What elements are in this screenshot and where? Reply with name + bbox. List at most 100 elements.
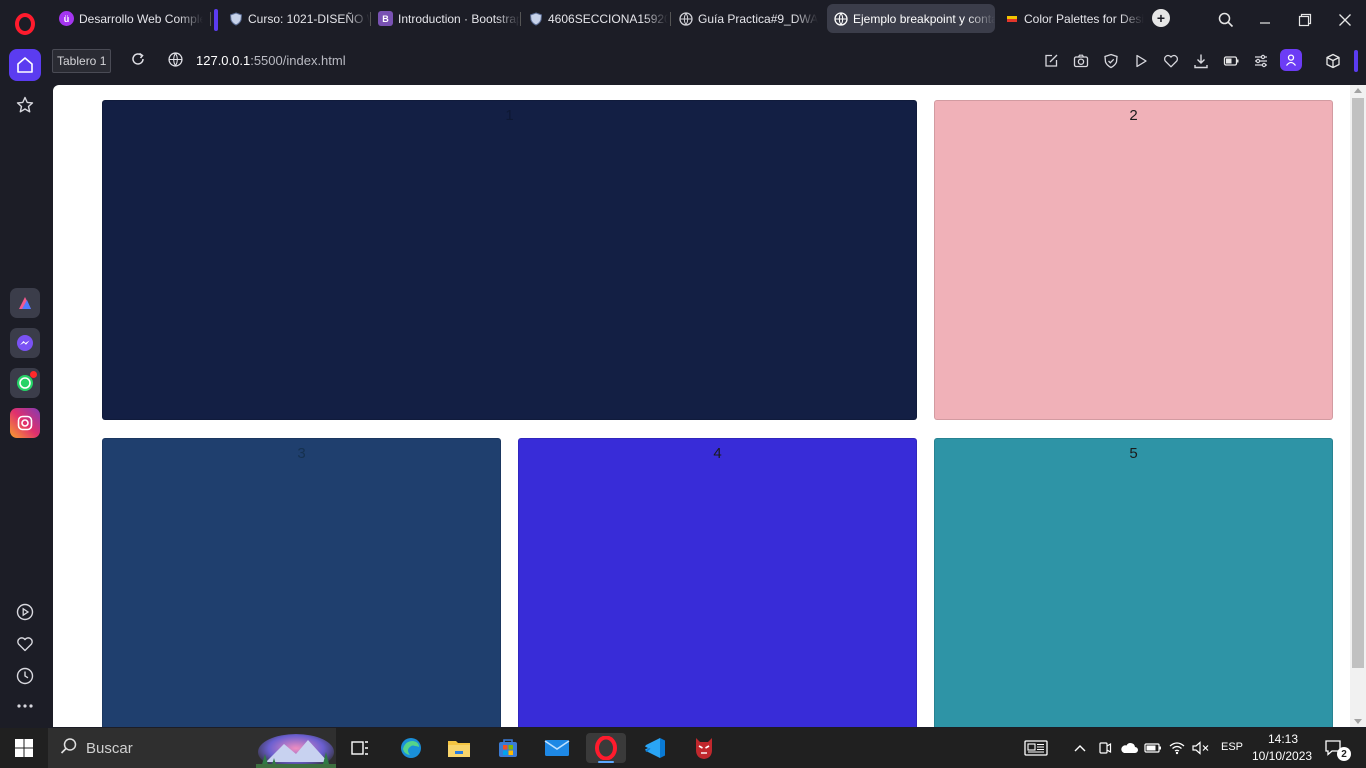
url-path: :5500/index.html	[250, 53, 346, 68]
udemy-icon: ü	[59, 11, 74, 26]
edit-share-icon[interactable]	[1042, 52, 1060, 70]
adblock-shield-icon[interactable]	[1102, 52, 1120, 70]
profile-avatar-icon[interactable]	[1280, 49, 1302, 71]
tab-title: 4606SECCIONA1592023	[548, 11, 668, 26]
download-icon[interactable]	[1192, 52, 1210, 70]
task-view-icon[interactable]	[340, 733, 380, 763]
minimize-icon[interactable]	[1255, 10, 1275, 30]
box-label: 2	[1129, 107, 1138, 124]
box-label: 4	[713, 445, 722, 462]
opera-taskbar-icon[interactable]	[586, 733, 626, 763]
grid-box-1: 1	[102, 100, 917, 420]
tab-title: Guía Practica#9_DWA	[698, 11, 819, 26]
tab-bootstrap[interactable]: B Introduction · Bootstrap	[372, 4, 520, 33]
history-icon[interactable]	[9, 660, 41, 692]
play-icon[interactable]	[1132, 52, 1150, 70]
notifications-icon[interactable]: 2	[1316, 733, 1352, 763]
box-label: 3	[297, 445, 306, 462]
grid-box-3: 3	[102, 438, 501, 727]
tab-title: Introduction · Bootstrap	[398, 11, 520, 26]
scroll-up-arrow[interactable]	[1354, 88, 1362, 93]
site-info-icon[interactable]	[168, 52, 184, 68]
easy-setup-icon[interactable]	[1252, 52, 1270, 70]
news-widget-icon[interactable]	[1016, 733, 1056, 763]
notification-count: 2	[1337, 747, 1351, 761]
scrollbar-thumb[interactable]	[1352, 98, 1364, 668]
box-label: 5	[1129, 445, 1138, 462]
new-tab-button[interactable]: +	[1152, 9, 1170, 27]
grid-box-4: 4	[518, 438, 917, 727]
tab-seccion[interactable]: 4606SECCIONA1592023	[522, 4, 668, 33]
file-explorer-icon[interactable]	[439, 733, 479, 763]
sidebar-panel-indicator	[1354, 50, 1358, 72]
heart-icon[interactable]	[9, 628, 41, 660]
clock-time[interactable]: 14:13	[1268, 732, 1298, 746]
camera-tray-icon[interactable]	[1092, 733, 1118, 763]
tab-title: Curso: 1021-DISEÑO WEB	[248, 11, 370, 26]
vscode-icon[interactable]	[635, 733, 675, 763]
tab-divider	[670, 12, 671, 26]
search-tabs-icon[interactable]	[1216, 10, 1236, 30]
box-label: 1	[505, 107, 514, 124]
grid-box-5: 5	[934, 438, 1333, 727]
tab-curso-diseno[interactable]: Curso: 1021-DISEÑO WEB	[222, 4, 370, 33]
windows-start-icon[interactable]	[4, 733, 44, 763]
tab-divider	[210, 12, 211, 26]
browser-sidebar	[0, 0, 50, 728]
restore-icon[interactable]	[1295, 10, 1315, 30]
search-placeholder: Buscar	[86, 739, 133, 757]
favorite-heart-icon[interactable]	[1162, 52, 1180, 70]
mail-icon[interactable]	[537, 733, 577, 763]
grid-box-2: 2	[934, 100, 1333, 420]
page-viewport: 1 2 3 4 5	[53, 85, 1366, 727]
battery-saver-icon[interactable]	[1222, 52, 1240, 70]
extensions-cube-icon[interactable]	[1324, 52, 1342, 70]
instagram-icon[interactable]	[10, 408, 40, 438]
tab-ejemplo-breakpoint[interactable]: Ejemplo breakpoint y containers	[827, 4, 995, 33]
wifi-icon[interactable]	[1164, 733, 1190, 763]
url-host: 127.0.0.1	[196, 53, 251, 68]
windows-taskbar: Buscar ESP 14:13 10/10/2023 2	[0, 728, 1366, 768]
input-language[interactable]: ESP	[1221, 741, 1243, 753]
tab-title: Desarrollo Web Completo	[79, 11, 203, 26]
volume-muted-icon[interactable]	[1188, 733, 1214, 763]
address-field[interactable]: 127.0.0.1:5500/index.html	[196, 53, 346, 68]
workspace-tooltip: Tablero 1	[52, 49, 112, 73]
scroll-down-arrow[interactable]	[1354, 719, 1362, 724]
close-window-icon[interactable]	[1335, 10, 1355, 30]
edge-icon[interactable]	[391, 733, 431, 763]
bootstrap-icon: B	[378, 11, 393, 26]
tab-title: Ejemplo breakpoint y containers	[853, 11, 995, 26]
onedrive-cloud-icon[interactable]	[1116, 733, 1142, 763]
tab-guia-practica[interactable]: Guía Practica#9_DWA	[672, 4, 822, 33]
star-icon[interactable]	[9, 89, 41, 121]
messenger-icon[interactable]	[10, 328, 40, 358]
globe-icon	[678, 11, 693, 26]
shield-icon	[228, 11, 243, 26]
more-icon[interactable]	[9, 690, 41, 722]
battery-icon[interactable]	[1140, 733, 1166, 763]
tab-group-indicator	[214, 9, 218, 31]
opera-logo-icon[interactable]	[15, 13, 35, 35]
clock-date[interactable]: 10/10/2023	[1252, 749, 1312, 763]
taskbar-search[interactable]: Buscar	[48, 728, 336, 768]
tab-divider	[370, 12, 371, 26]
reload-icon[interactable]	[130, 51, 146, 67]
address-toolbar: Tablero 1 127.0.0.1:5500/index.html	[50, 40, 1366, 82]
notification-dot	[30, 371, 37, 378]
search-icon	[60, 737, 78, 760]
tab-title: Color Palettes for Designers	[1024, 11, 1144, 26]
app-mask-icon[interactable]	[684, 733, 724, 763]
tab-desarrollo-web[interactable]: ü Desarrollo Web Completo	[53, 4, 203, 33]
camera-icon[interactable]	[1072, 52, 1090, 70]
search-highlight-image	[256, 732, 336, 768]
page-scrollbar[interactable]	[1350, 85, 1366, 727]
aria-ai-icon[interactable]	[10, 288, 40, 318]
shield-icon	[528, 11, 543, 26]
home-icon[interactable]	[9, 49, 41, 81]
player-icon[interactable]	[9, 596, 41, 628]
tab-bar: ü Desarrollo Web Completo Curso: 1021-DI…	[50, 0, 1366, 40]
tab-color-palettes[interactable]: Color Palettes for Designers	[998, 4, 1144, 33]
whatsapp-icon[interactable]	[10, 368, 40, 398]
microsoft-store-icon[interactable]	[488, 733, 528, 763]
